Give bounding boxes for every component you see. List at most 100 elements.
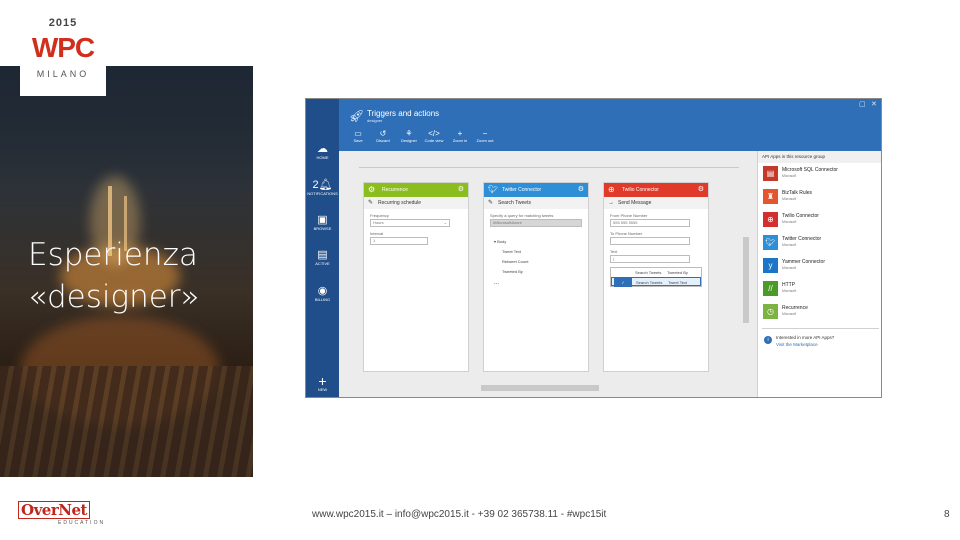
to-phone-input[interactable] (610, 237, 690, 245)
horizontal-scrollbar[interactable] (481, 385, 599, 391)
interval-label: Interval (370, 231, 384, 236)
tree-item[interactable]: Retweet Count (484, 259, 588, 264)
nav-active[interactable]: ▤ ACTIVE (306, 249, 339, 267)
api-app-name: Twitter Connector (782, 236, 822, 242)
info-icon: i (764, 336, 772, 344)
marketplace-promo[interactable]: i Interested in more API Apps? Visit the… (758, 333, 881, 353)
code-view-button[interactable]: </> Code view (423, 129, 445, 144)
designer-label: Designer (400, 138, 417, 143)
vertical-scrollbar[interactable] (743, 237, 749, 323)
text-label: Text (610, 249, 618, 254)
nav-notifications-label: NOTIFICATIONS (307, 191, 338, 196)
save-label: Save (353, 138, 363, 143)
twitter-icon: 🐦︎ (763, 235, 778, 250)
blade-header: 🚀︎ Triggers and actions designer ▢ ✕ ▭ S… (339, 99, 881, 151)
notifications-badge: 2 (312, 179, 319, 191)
tree-root[interactable]: ▾ Body (484, 239, 588, 244)
discard-button[interactable]: ↺ Discard (372, 129, 394, 144)
code-view-icon: </> (428, 129, 440, 138)
query-input[interactable]: #MicrosoftAzure (490, 219, 582, 227)
recurrence-card-title: Recurrence (382, 187, 408, 193)
clipboard-icon: ▤ (317, 249, 328, 261)
yammer-icon: y (763, 258, 778, 273)
gear-icon[interactable]: ⚙ (698, 183, 704, 197)
twitter-card[interactable]: 🐦︎ Twitter Connector ⚙ ✎ Search Tweets S… (483, 182, 589, 372)
query-label: Specify a query for matching tweets (490, 213, 554, 218)
api-app-publisher: Microsoft (782, 197, 797, 201)
discard-label: Discard (376, 138, 390, 143)
interval-input[interactable]: 1 (370, 237, 428, 245)
overnet-logo: OverNet EDUCATION (18, 501, 108, 527)
page-number: 8 (944, 509, 950, 520)
api-app-item[interactable]: // HTTP Microsoft (758, 278, 881, 301)
dynamic-content-list: Search Tweets Tweeted By ✓ Search Tweets… (610, 267, 702, 287)
tree-item[interactable]: Tweeted By (484, 269, 588, 274)
api-app-item[interactable]: ▤ Microsoft SQL Connector Microsoft (758, 163, 881, 186)
from-phone-input[interactable]: 555 555 5555 (610, 219, 690, 227)
nav-home[interactable]: ☁ HOME (306, 143, 339, 161)
overnet-tagline: EDUCATION (58, 520, 106, 526)
to-phone-label: To Phone Number (610, 231, 643, 236)
nav-active-label: ACTIVE (315, 261, 330, 266)
api-app-item[interactable]: y Yammer Connector Microsoft (758, 255, 881, 278)
recurrence-action[interactable]: ✎ Recurring schedule (364, 197, 468, 209)
panel-divider (762, 328, 879, 329)
title-line-1: Esperienza (28, 237, 198, 273)
zoom-out-label: Zoom out (476, 138, 494, 143)
api-app-name: HTTP (782, 282, 796, 288)
nav-billing[interactable]: ◉ BILLING (306, 285, 339, 303)
zoom-in-button[interactable]: + Zoom in (449, 129, 471, 144)
frequency-value: Hours (373, 220, 384, 225)
save-button[interactable]: ▭ Save (347, 129, 369, 144)
nav-browse[interactable]: ▣ BROWSE (306, 214, 339, 232)
twitter-action[interactable]: ✎ Search Tweets (484, 197, 588, 209)
api-app-publisher: Microsoft (782, 243, 797, 247)
api-app-publisher: Microsoft (782, 174, 797, 178)
code-view-label: Code view (424, 138, 444, 143)
api-app-item[interactable]: ⊕ Twilio Connector Microsoft (758, 209, 881, 232)
maximize-icon[interactable]: ▢ (859, 100, 866, 108)
dynamic-option[interactable]: Search Tweets Tweeted By (611, 268, 701, 277)
api-app-name: BizTalk Rules (782, 190, 813, 196)
recurrence-card[interactable]: ⚙ Recurrence ⚙ ✎ Recurring schedule Freq… (363, 182, 469, 372)
nav-notifications[interactable]: 2🔔︎ NOTIFICATIONS (306, 179, 339, 197)
recurrence-card-header: ⚙ Recurrence ⚙ (364, 183, 468, 197)
nav-home-label: HOME (316, 155, 329, 160)
nav-new-label: NEW (317, 387, 328, 392)
logo-year: 2015 (48, 17, 78, 29)
twitter-card-title: Twitter Connector (502, 187, 542, 193)
api-app-publisher: Microsoft (782, 220, 797, 224)
rocket-icon: 🚀︎ (349, 109, 365, 123)
api-app-item[interactable]: ◷ Recurrence Microsoft (758, 301, 881, 324)
gear-icon[interactable]: ⚙ (578, 183, 584, 197)
bell-icon: 2🔔︎ (312, 179, 333, 191)
frequency-select[interactable]: Hours ⌄ (370, 219, 450, 227)
title-line-2: «designer» (28, 279, 200, 315)
nav-billing-label: BILLING (314, 297, 331, 302)
more-outputs[interactable]: ... (484, 280, 588, 286)
chevron-down-icon: ⌄ (443, 220, 447, 225)
zoom-in-icon: + (457, 129, 463, 138)
designer-button[interactable]: ⚘ Designer (398, 129, 420, 144)
logo-city: MILANO (36, 69, 90, 79)
api-apps-panel: API Apps in this resource group ▤ Micros… (757, 151, 881, 397)
close-icon[interactable]: ✕ (871, 100, 877, 108)
twilio-icon: ⊕ (763, 212, 778, 227)
save-icon: ▭ (354, 129, 362, 138)
dynamic-option-selected[interactable]: ✓ Search Tweets Tweet Text (611, 277, 701, 287)
twilio-action[interactable]: → Send Message (604, 197, 708, 209)
discard-icon: ↺ (379, 129, 387, 138)
api-app-item[interactable]: 🐦︎ Twitter Connector Microsoft (758, 232, 881, 255)
api-app-item[interactable]: ♜ BizTalk Rules Microsoft (758, 186, 881, 209)
api-app-publisher: Microsoft (782, 266, 797, 270)
recurrence-action-label: Recurring schedule (378, 200, 422, 206)
gear-icon[interactable]: ⚙ (458, 183, 464, 197)
tree-item[interactable]: Tweet Text (484, 249, 588, 254)
text-input[interactable]: | (610, 255, 690, 263)
marketplace-link[interactable]: Visit the Marketplace (776, 342, 818, 347)
zoom-out-button[interactable]: − Zoom out (474, 129, 496, 144)
rules-icon: ♜ (763, 189, 778, 204)
twilio-card[interactable]: ⊕ Twilio Connector ⚙ → Send Message From… (603, 182, 709, 372)
slide-footer: www.wpc2015.it – info@wpc2015.it - +39 0… (312, 509, 607, 520)
frequency-label: Frequency (370, 213, 389, 218)
